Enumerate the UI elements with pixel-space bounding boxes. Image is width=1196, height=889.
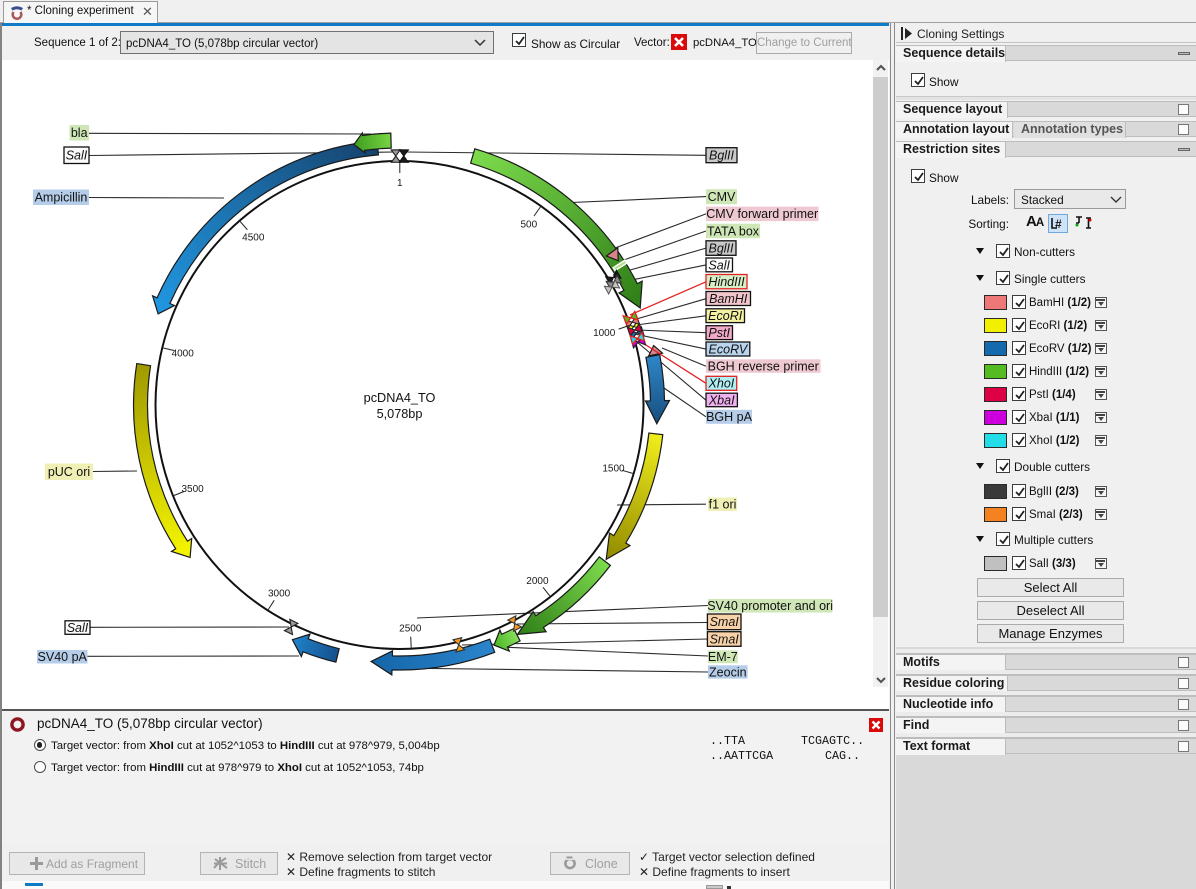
svg-text:f1 ori: f1 ori — [709, 498, 737, 512]
svg-text:SmaI: SmaI — [710, 632, 740, 646]
svg-text:EcoRI: EcoRI — [708, 309, 743, 323]
svg-text:BamHI: BamHI — [709, 292, 748, 306]
svg-text:4500: 4500 — [242, 233, 265, 244]
svg-text:#: # — [1055, 217, 1062, 231]
svg-text:5,078bp: 5,078bp — [377, 407, 423, 421]
svg-text:1000: 1000 — [593, 328, 616, 339]
svg-text:2500: 2500 — [399, 624, 422, 635]
svg-text:SalI: SalI — [66, 149, 88, 163]
svg-text:CMV forward primer: CMV forward primer — [706, 207, 818, 221]
svg-text:pcDNA4_TO: pcDNA4_TO — [364, 391, 436, 405]
svg-text:XbaI: XbaI — [708, 393, 735, 407]
svg-text:Ampicillin: Ampicillin — [35, 191, 88, 205]
svg-text:SV40 promoter and ori: SV40 promoter and ori — [707, 599, 833, 613]
svg-text:XhoI: XhoI — [708, 377, 735, 391]
svg-text:BglII: BglII — [709, 149, 735, 163]
svg-text:EcoRV: EcoRV — [709, 342, 749, 356]
svg-text:SalI: SalI — [67, 621, 89, 635]
svg-text:Zeocin: Zeocin — [709, 665, 747, 679]
svg-text:TATA box: TATA box — [707, 224, 760, 238]
svg-text:SalI: SalI — [708, 258, 730, 272]
svg-text:CMV: CMV — [708, 190, 736, 204]
svg-text:HindIII: HindIII — [708, 275, 745, 289]
svg-text:pUC ori: pUC ori — [48, 465, 90, 479]
svg-text:1500: 1500 — [602, 464, 625, 475]
svg-text:4000: 4000 — [172, 349, 195, 360]
svg-text:500: 500 — [520, 219, 537, 230]
svg-text:2000: 2000 — [526, 576, 549, 587]
svg-text:3500: 3500 — [181, 484, 204, 495]
svg-text:bla: bla — [71, 126, 88, 140]
svg-text:BGH pA: BGH pA — [706, 410, 753, 424]
svg-text:BGH reverse primer: BGH reverse primer — [708, 359, 819, 373]
svg-text:BglII: BglII — [708, 242, 734, 256]
svg-text:1: 1 — [397, 178, 403, 189]
svg-text:PstI: PstI — [708, 326, 730, 340]
svg-text:SmaI: SmaI — [710, 615, 740, 629]
svg-text:SV40 pA: SV40 pA — [38, 650, 88, 664]
svg-text:EM-7: EM-7 — [708, 650, 738, 664]
svg-text:3000: 3000 — [268, 589, 291, 600]
